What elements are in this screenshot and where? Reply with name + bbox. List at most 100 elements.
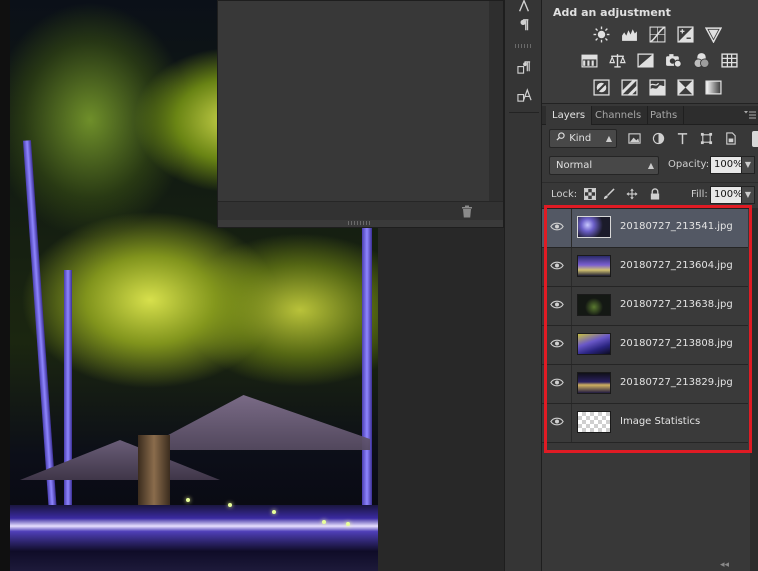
adjustments-title: Add an adjustment	[553, 6, 671, 19]
channel-mixer-icon[interactable]	[692, 51, 711, 70]
fill-label: Fill:	[691, 189, 708, 200]
chevron-updown-icon: ▲	[605, 134, 612, 143]
row-divider	[571, 326, 572, 364]
lamp-light	[186, 498, 190, 502]
opacity-dropdown-icon[interactable]: ▼	[741, 156, 755, 174]
chevron-updown-icon: ▲	[647, 161, 654, 170]
adjustments-panel: Add an adjustment	[542, 0, 758, 104]
invert-icon[interactable]	[592, 78, 611, 97]
blend-mode-value: Normal	[556, 160, 593, 171]
layer-filter-row: Kind ▲	[542, 126, 758, 152]
fill-field[interactable]: 100%	[710, 186, 743, 204]
row-divider	[571, 209, 572, 247]
opacity-field[interactable]: 100%	[710, 156, 743, 174]
right-panel-dock: Add an adjustment Layers Channels Paths …	[542, 0, 758, 571]
vibrance-icon[interactable]	[704, 25, 723, 44]
lamp-light	[346, 522, 350, 526]
paragraph-icon[interactable]	[511, 13, 537, 37]
fill-dropdown-icon[interactable]: ▼	[741, 186, 755, 204]
layer-row[interactable]: 20180727_213638.jpg	[542, 287, 748, 326]
eye-icon[interactable]	[550, 416, 566, 428]
panel-menu-icon[interactable]	[744, 110, 756, 120]
color-balance-icon[interactable]	[608, 51, 627, 70]
panel-collapse-icon[interactable]: ◂◂	[720, 560, 754, 570]
panel-icon-strip	[504, 0, 542, 571]
eye-icon[interactable]	[550, 377, 566, 389]
curves-icon[interactable]	[648, 25, 667, 44]
search-icon	[556, 130, 566, 147]
panel-tab-bar: Layers Channels Paths	[542, 106, 758, 125]
layers-list: 20180727_213541.jpg 20180727_213604.jpg …	[542, 208, 750, 449]
lock-transparent-pixels-icon[interactable]	[584, 188, 597, 201]
shape-layer-filter-icon[interactable]	[700, 132, 714, 146]
lock-label: Lock:	[551, 189, 578, 200]
photoshop-workspace: Add an adjustment Layers Channels Paths …	[0, 0, 758, 571]
strip-separator	[509, 112, 539, 113]
layer-thumbnail	[577, 255, 611, 277]
selective-color-icon[interactable]	[676, 78, 695, 97]
layer-row[interactable]: 20180727_213604.jpg	[542, 248, 748, 287]
character-styles-icon[interactable]	[511, 83, 537, 107]
layer-row[interactable]: 20180727_213829.jpg	[542, 365, 748, 404]
layers-empty-area	[542, 449, 750, 571]
filter-kind-label: Kind	[569, 133, 592, 144]
brush-icon[interactable]	[603, 188, 616, 201]
layer-name: Image Statistics	[620, 416, 701, 427]
layer-name: 20180727_213604.jpg	[620, 260, 733, 271]
exposure-icon[interactable]	[676, 25, 695, 44]
layer-thumbnail	[577, 333, 611, 355]
layer-name: 20180727_213541.jpg	[620, 221, 733, 232]
floating-panel-body	[218, 1, 490, 201]
layers-scrollbar[interactable]	[750, 208, 758, 571]
lock-icon[interactable]	[649, 188, 662, 201]
type-layer-filter-icon[interactable]	[676, 132, 690, 146]
layer-thumbnail	[577, 216, 611, 238]
trash-icon[interactable]	[461, 205, 473, 218]
floating-panel-scrollbar[interactable]	[489, 1, 503, 201]
adjustment-layer-filter-icon[interactable]	[652, 132, 666, 146]
hue-saturation-icon[interactable]	[580, 51, 599, 70]
layer-thumbnail	[577, 372, 611, 394]
lamp-light	[272, 510, 276, 514]
umbrella-shape	[140, 395, 370, 450]
row-divider	[571, 287, 572, 325]
row-divider	[571, 365, 572, 403]
workspace-background	[378, 228, 504, 571]
blend-mode-select[interactable]: Normal ▲	[549, 156, 659, 175]
layer-row[interactable]: Image Statistics	[542, 404, 748, 443]
filter-toggle-switch[interactable]	[752, 131, 758, 147]
tab-paths[interactable]: Paths	[644, 106, 685, 125]
photo-filter-icon[interactable]	[664, 51, 683, 70]
eye-icon[interactable]	[550, 260, 566, 272]
tab-layers[interactable]: Layers	[546, 106, 593, 125]
move-icon[interactable]	[626, 188, 639, 201]
canvas-edge	[0, 0, 10, 571]
panel-resize-grip[interactable]	[348, 221, 372, 225]
floating-panel-footer	[218, 201, 503, 220]
opacity-label: Opacity:	[668, 159, 710, 170]
brightness-contrast-icon[interactable]	[592, 25, 611, 44]
layer-row[interactable]: 20180727_213808.jpg	[542, 326, 748, 365]
lamp-light	[322, 520, 326, 524]
color-lookup-icon[interactable]	[720, 51, 739, 70]
filter-kind-select[interactable]: Kind ▲	[549, 129, 617, 148]
layer-row[interactable]: 20180727_213541.jpg	[542, 209, 748, 248]
transparency-thumbnail	[577, 411, 611, 433]
layers-panel: Layers Channels Paths Kind ▲ Normal ▲ Op…	[542, 106, 758, 571]
eye-icon[interactable]	[550, 221, 566, 233]
adjustments-row-1	[592, 25, 723, 44]
paragraph-styles-icon[interactable]	[511, 55, 537, 79]
eye-icon[interactable]	[550, 338, 566, 350]
eye-icon[interactable]	[550, 299, 566, 311]
strip-grip[interactable]	[515, 44, 533, 48]
smart-object-filter-icon[interactable]	[724, 132, 738, 146]
blend-row: Normal ▲ Opacity: 100% ▼	[542, 154, 758, 178]
adjustments-row-2	[580, 51, 739, 70]
levels-icon[interactable]	[620, 25, 639, 44]
black-white-icon[interactable]	[636, 51, 655, 70]
posterize-icon[interactable]	[620, 78, 639, 97]
tab-channels[interactable]: Channels	[589, 106, 649, 125]
gradient-map-icon[interactable]	[704, 78, 723, 97]
threshold-icon[interactable]	[648, 78, 667, 97]
pixel-layer-filter-icon[interactable]	[628, 132, 642, 146]
